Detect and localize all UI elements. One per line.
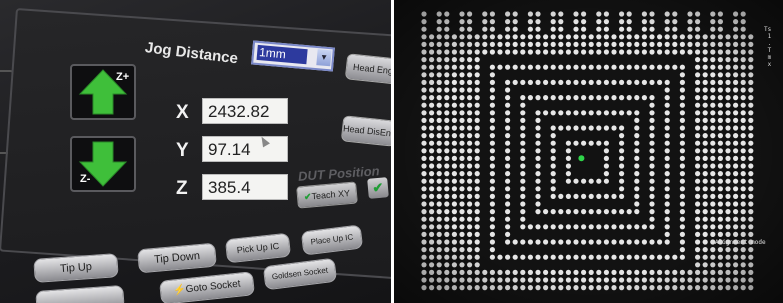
axis-z-label: Z: [176, 178, 188, 199]
bottom-row-button[interactable]: [35, 284, 125, 303]
axis-x-label: X: [176, 102, 189, 123]
z-plus-button[interactable]: Z+: [70, 64, 136, 120]
z-plus-label: Z+: [116, 71, 129, 83]
bga-ball-grid: [394, 0, 783, 303]
tip-up-button[interactable]: Tip Up: [33, 253, 119, 283]
arrow-down-icon: Z-: [78, 141, 128, 187]
jog-distance-value: 1mm: [256, 44, 308, 65]
axis-x-field[interactable]: 2432.82: [202, 98, 288, 124]
jog-distance-label: Jog Distance: [144, 39, 239, 68]
jog-control-photo: Jog Distance 1mm ▼ Z+ Z- X 2432.82 Y 97.…: [0, 0, 391, 303]
confirm-check-button[interactable]: ✔: [367, 177, 389, 199]
teach-xy-label: Teach XY: [311, 188, 351, 202]
axis-z-field[interactable]: 385.4: [202, 174, 288, 200]
status-text: Alignment mode: [715, 239, 766, 246]
goto-socket-label: Goto Socket: [185, 278, 242, 296]
arrow-up-icon: Z+: [78, 69, 129, 115]
chevron-down-icon[interactable]: ▼: [316, 49, 332, 67]
goto-socket-button[interactable]: ⚡Goto Socket: [159, 271, 255, 303]
axis-y-label: Y: [176, 140, 189, 161]
side-readout-text: Ts 1 . T m x: [764, 26, 772, 68]
axis-y-field[interactable]: 97.14: [202, 136, 288, 162]
z-minus-label: Z-: [80, 173, 91, 185]
bga-pattern-photo: Ts 1 . T m x Alignment mode: [394, 0, 783, 303]
lightning-icon: ⚡: [172, 284, 187, 297]
z-minus-button[interactable]: Z-: [70, 136, 136, 192]
